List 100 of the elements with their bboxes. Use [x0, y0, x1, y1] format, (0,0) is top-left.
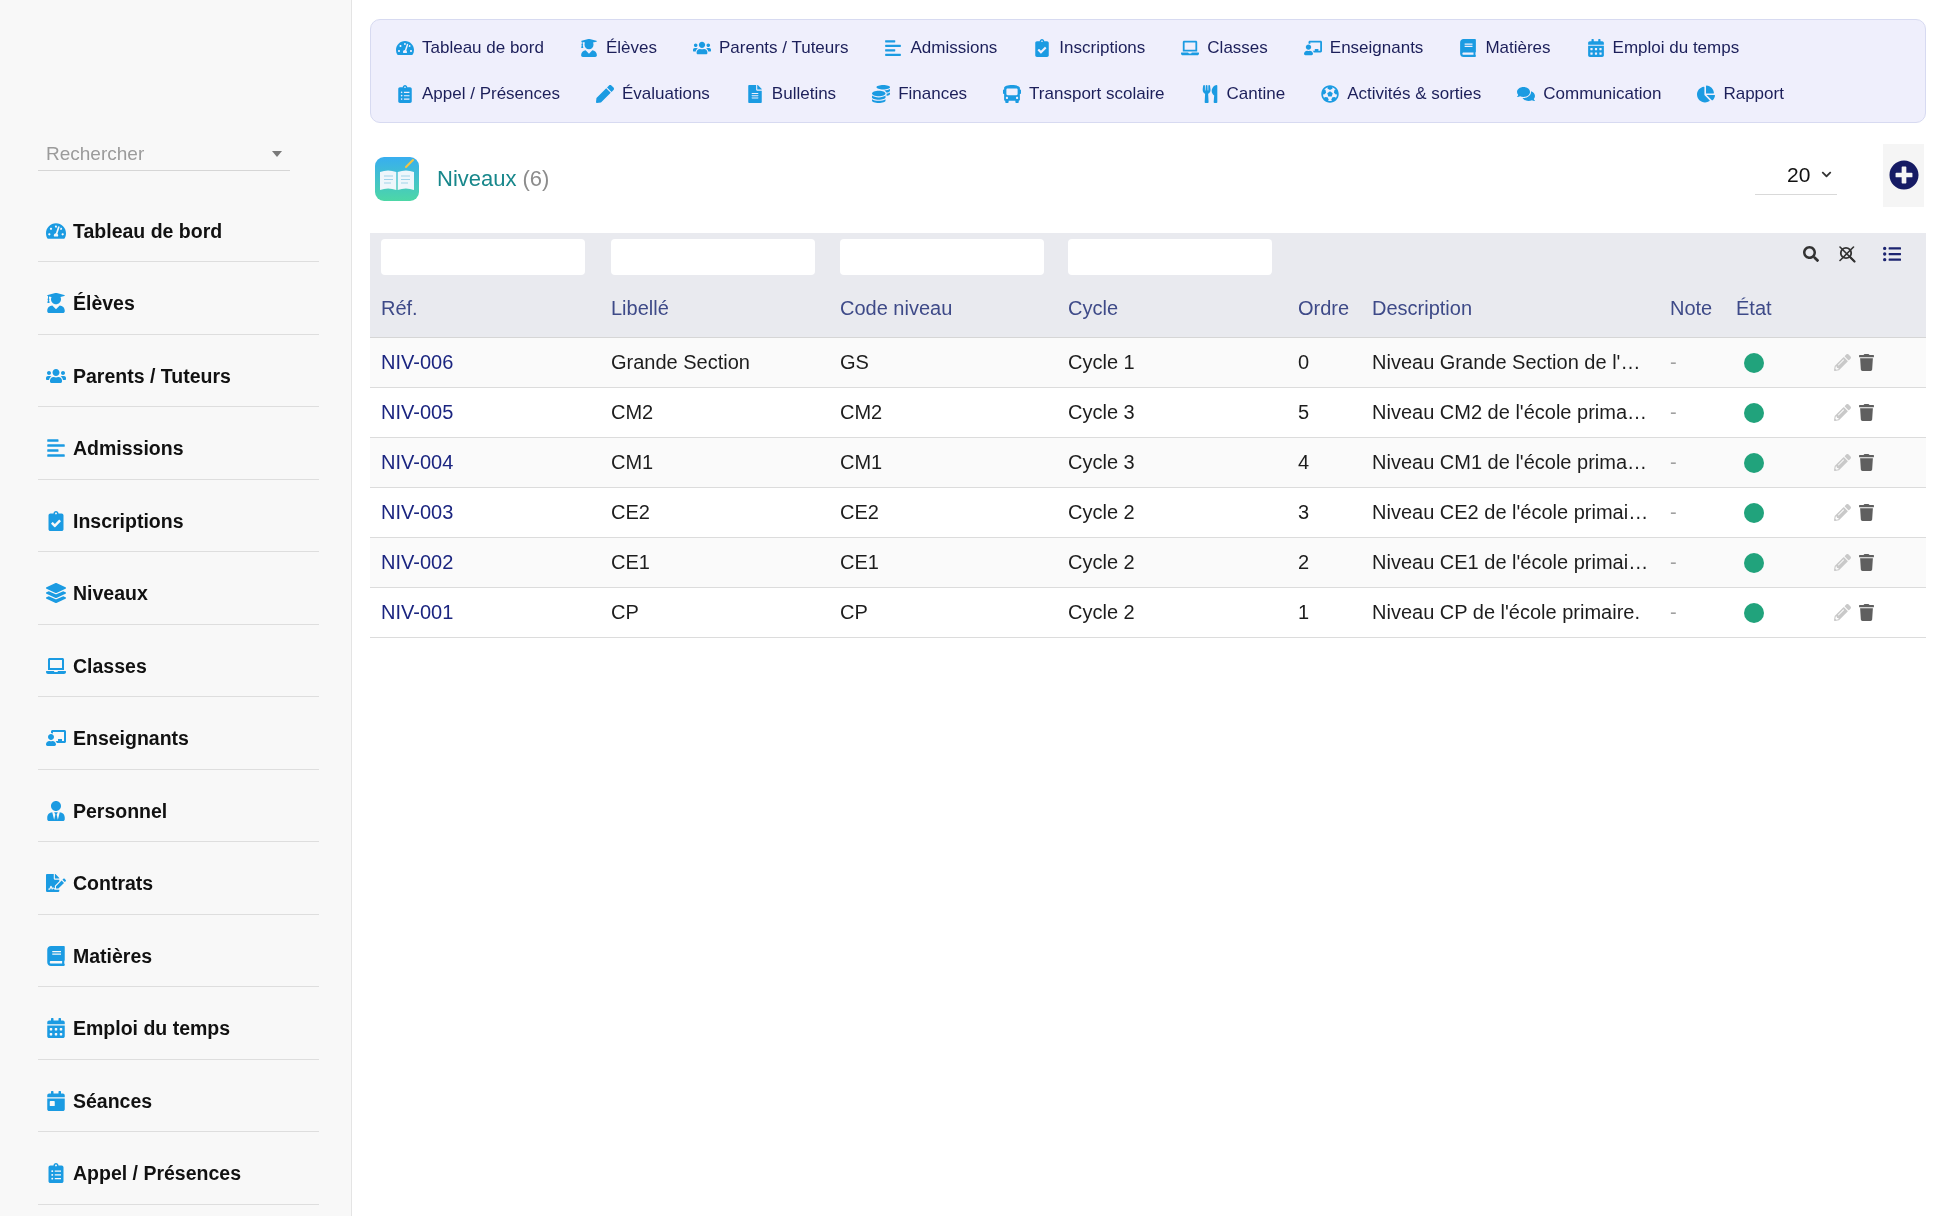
trash-icon[interactable] [1858, 504, 1875, 521]
clipboard-check-icon [1033, 39, 1052, 57]
nav-link[interactable]: Transport scolaire [1003, 83, 1165, 105]
table-cell: CE2 [840, 501, 879, 523]
sidebar-item[interactable]: Contrats [38, 842, 319, 915]
nav-link[interactable]: Cantine [1200, 83, 1286, 105]
table-cell: Cycle 3 [1068, 451, 1135, 473]
nav-link[interactable]: Appel / Présences [396, 83, 560, 105]
column-header: Description [1372, 297, 1473, 319]
nav-link[interactable]: Activités & sorties [1321, 83, 1482, 105]
document-icon [745, 85, 764, 103]
search-off-icon[interactable] [1838, 245, 1856, 263]
table-cell: 1 [1298, 601, 1310, 623]
clipboard-list-icon [46, 1163, 66, 1183]
nav-link[interactable]: Élèves [579, 37, 657, 59]
table-cell: CM1 [840, 451, 883, 473]
reference-link[interactable]: NIV-005 [381, 401, 454, 423]
nav-link[interactable]: Emploi du temps [1586, 37, 1740, 59]
nav-link[interactable]: Classes [1181, 37, 1268, 59]
search-icon[interactable] [1803, 246, 1819, 262]
nav-link[interactable]: Finances [872, 83, 968, 105]
reference-link[interactable]: NIV-001 [381, 601, 454, 623]
table-cell: Niveau CM2 de l'école prima… [1372, 401, 1648, 423]
sidebar-item[interactable]: Tableau de bord [38, 189, 319, 262]
sidebar-item[interactable]: Matières [38, 914, 319, 987]
sidebar-item[interactable]: Parents / Tuteurs [38, 334, 319, 407]
nav-link[interactable]: Enseignants [1303, 37, 1424, 59]
table-cell: Niveau CM1 de l'école prima… [1372, 451, 1648, 473]
table-cell: 4 [1298, 451, 1310, 473]
table-cell: GS [840, 351, 869, 373]
reference-link[interactable]: NIV-002 [381, 551, 454, 573]
teacher-board-icon [46, 728, 66, 748]
table-cell: Cycle 2 [1068, 551, 1135, 573]
table-cell: Niveau Grande Section de l'… [1372, 351, 1641, 373]
sidebar-item[interactable]: Emploi du temps [38, 987, 319, 1060]
trash-icon[interactable] [1858, 354, 1875, 371]
chevron-down-icon [1821, 169, 1833, 180]
search-placeholder: Rechercher [46, 142, 145, 165]
nav-link[interactable]: Inscriptions [1033, 37, 1146, 59]
sidebar-item[interactable]: Séances [38, 1059, 319, 1132]
table-cell: Niveau CE1 de l'école primai… [1372, 551, 1649, 573]
table-cell: CE2 [611, 501, 650, 523]
column-header: Note [1670, 297, 1713, 319]
sidebar-item[interactable]: Admissions [38, 407, 319, 480]
clipboard-check-icon [46, 510, 66, 531]
table-cell: Niveau CP de l'école primaire. [1372, 601, 1641, 623]
pen-icon [595, 85, 614, 103]
reference-link[interactable]: NIV-003 [381, 501, 454, 523]
laptop-icon [1181, 39, 1200, 57]
table-cell: - [1670, 551, 1677, 573]
graduate-icon [46, 293, 66, 313]
nav-link[interactable]: Communication [1517, 83, 1662, 105]
laptop-icon [46, 655, 66, 676]
table-cell: Cycle 2 [1068, 501, 1135, 523]
add-button[interactable] [1883, 143, 1924, 207]
sidebar-item[interactable]: Appel / Présences [38, 1132, 319, 1205]
list-icon[interactable] [1883, 245, 1901, 263]
trash-icon[interactable] [1858, 554, 1875, 571]
trash-icon[interactable] [1858, 454, 1875, 471]
table-cell: 3 [1298, 501, 1310, 523]
column-header: Réf. [381, 297, 418, 319]
nav-link[interactable]: Matières [1459, 37, 1551, 59]
bus-icon [1003, 85, 1022, 103]
nav-link[interactable]: Rapport [1697, 83, 1784, 105]
table-cell: CM1 [611, 451, 654, 473]
book-icon [1459, 39, 1478, 57]
table-cell: Cycle 2 [1068, 601, 1135, 623]
table-cell: CE1 [840, 551, 879, 573]
sidebar-item[interactable]: Enseignants [38, 697, 319, 770]
sidebar-item[interactable]: Niveaux [38, 552, 319, 625]
graduate-icon [579, 39, 598, 57]
reference-link[interactable]: NIV-004 [381, 451, 454, 473]
column-header: Libellé [611, 297, 669, 319]
gauge-icon [46, 220, 66, 241]
table-cell: 5 [1298, 401, 1310, 423]
nav-link[interactable]: Parents / Tuteurs [692, 37, 849, 59]
column-header: Cycle [1068, 297, 1118, 319]
sidebar-item[interactable]: Inscriptions [38, 479, 319, 552]
nav-link[interactable]: Admissions [884, 37, 998, 59]
nav-link[interactable]: Tableau de bord [396, 37, 544, 59]
clipboard-list-icon [396, 85, 414, 103]
calendar-icon [46, 1018, 66, 1038]
sidebar-item[interactable]: Personnel [38, 769, 319, 842]
table-cell: 0 [1298, 351, 1310, 373]
pie-chart-icon [1697, 85, 1716, 103]
sidebar-item[interactable]: Classes [38, 624, 319, 697]
table-cell: Niveau CE2 de l'école primai… [1372, 501, 1649, 523]
reference-link[interactable]: NIV-006 [381, 351, 454, 373]
trash-icon[interactable] [1858, 404, 1875, 421]
column-header: Ordre [1298, 297, 1350, 319]
page-size-select[interactable]: 20 [1755, 155, 1837, 195]
lines-icon [46, 438, 66, 458]
lines-icon [884, 39, 903, 57]
sidebar-item[interactable]: Élèves [38, 262, 319, 335]
layers-icon [46, 583, 66, 603]
nav-link[interactable]: Évaluations [595, 83, 710, 105]
nav-link[interactable]: Bulletins [745, 83, 837, 105]
record-count: (6) [522, 165, 550, 192]
trash-icon[interactable] [1858, 604, 1875, 621]
table-cell: CE1 [611, 551, 650, 573]
